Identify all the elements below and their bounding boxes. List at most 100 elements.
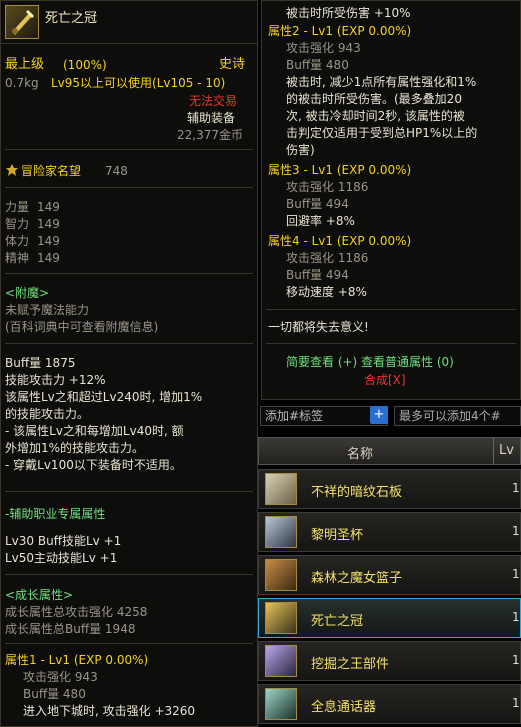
item-trade-status: 无法交易 (189, 94, 238, 108)
desc-line: 的技能攻击力。 (5, 407, 90, 421)
growth-line: 成长属性总Buff量 1948 (5, 622, 136, 636)
tag-limit-hint: 最多可以添加4个# (394, 406, 521, 426)
divider (5, 491, 253, 492)
add-tag-button[interactable]: + (370, 406, 388, 424)
column-name[interactable]: 名称 (347, 443, 373, 462)
stat-value: 149 (37, 217, 60, 231)
list-header: 名称 Lv (258, 437, 521, 465)
item-price: 22,377金币 (177, 128, 243, 142)
fame-label: 冒险家名望 (21, 164, 82, 178)
enchant-title: <附魔> (5, 286, 50, 300)
list-item[interactable]: 挖掘之王部件 1 (258, 641, 521, 681)
divider (5, 343, 253, 344)
stone-tablet-icon (265, 473, 297, 505)
enchant-none: 未赋予魔法能力 (5, 303, 90, 317)
skill-attack-bonus: 技能攻击力 +12% (5, 373, 106, 387)
desc-line: - 该属性Lv之和每增加Lv40时, 额 (5, 424, 184, 438)
item-tooltip-continued: 被击时所受伤害 +10% 属性2 - Lv1 (EXP 0.00%) 攻击强化 … (261, 0, 521, 400)
attr4-line: 移动速度 +8% (286, 285, 367, 299)
list-item-lv: 1 (512, 653, 520, 667)
excavator-part-icon (265, 645, 297, 677)
fame-icon (5, 163, 19, 177)
list-item-selected[interactable]: 死亡之冠 1 (258, 598, 521, 638)
tag-bar: 添加#标签 + 最多可以添加4个# (258, 404, 521, 430)
attr4-line: 攻击强化 1186 (286, 251, 369, 265)
item-grade: 最上级 (5, 57, 45, 72)
list-item[interactable]: 森林之魔女篮子 1 (258, 555, 521, 595)
column-lv[interactable]: Lv (493, 438, 521, 464)
item-type: 辅助装备 (187, 111, 236, 125)
list-item-name: 死亡之冠 (311, 614, 364, 629)
basket-icon (265, 559, 297, 591)
damage-taken-line: 被击时所受伤害 +10% (286, 6, 411, 20)
tag-input[interactable]: 添加#标签 (260, 406, 388, 426)
fame-value: 748 (105, 164, 128, 178)
list-item[interactable]: 全息通话器 1 (258, 684, 521, 724)
attr2-desc: 击判定仅适用于受到总HP1%以上的 (286, 126, 478, 140)
attr2-desc: 被击时, 减少1点所有属性强化和1% (286, 75, 477, 89)
desc-line: 该属性Lv之和超过Lv240时, 增加1% (5, 390, 203, 404)
stat-value: 149 (37, 234, 60, 248)
item-quote: 一切都将失去意义! (268, 320, 369, 334)
attr3-title: 属性3 - Lv1 (EXP 0.00%) (268, 163, 412, 177)
attr2-title: 属性2 - Lv1 (EXP 0.00%) (268, 24, 412, 38)
enchant-hint: (百科词典中可查看附魔信息) (5, 320, 159, 334)
list-item-name: 全息通话器 (311, 700, 377, 715)
attr1-title: 属性1 - Lv1 (EXP 0.00%) (5, 653, 149, 667)
divider (266, 309, 516, 310)
divider (5, 273, 253, 274)
attr2-desc: 的被击时所受伤害。(最多叠加20 (286, 92, 462, 106)
stat-label: 体力 (5, 234, 30, 248)
attr1-line: Buff量 480 (23, 687, 86, 701)
growth-line: 成长属性总攻击强化 4258 (5, 605, 148, 619)
stat-value: 149 (37, 251, 60, 265)
divider (5, 643, 253, 644)
item-level-req: Lv95以上可以使用(Lv105 - 10) (51, 76, 226, 90)
job-attr-line: Lv30 Buff技能Lv +1 (5, 534, 122, 548)
stat-label: 精神 (5, 251, 30, 265)
list-item[interactable]: 不祥的暗纹石板 1 (258, 469, 521, 509)
divider (5, 149, 253, 150)
list-item-name: 挖掘之王部件 (311, 657, 390, 672)
list-item-lv: 1 (512, 524, 520, 538)
attr3-line: 回避率 +8% (286, 214, 355, 228)
divider (266, 343, 516, 344)
job-attr-title: -辅助职业专属属性 (5, 507, 106, 521)
item-rarity: 史诗 (219, 57, 246, 72)
list-item-name: 黎明圣杯 (311, 528, 364, 543)
attr2-desc: 伤害) (286, 143, 315, 157)
attr1-line: 进入地下城时, 攻击强化 +3260 (23, 704, 196, 718)
item-weight: 0.7kg (5, 76, 39, 90)
combine-link[interactable]: 合成[X] (364, 372, 406, 388)
item-grade-pct: (100%) (63, 58, 107, 72)
growth-title: <成长属性> (5, 588, 74, 602)
item-list-panel: 添加#标签 + 最多可以添加4个# 名称 Lv 不祥的暗纹石板 1 黎明圣杯 1… (258, 404, 521, 727)
list-item-lv: 1 (512, 481, 520, 495)
buff-amount: Buff量 1875 (5, 356, 76, 370)
attr4-line: Buff量 494 (286, 268, 349, 282)
crown-icon (265, 602, 297, 634)
attr4-title: 属性4 - Lv1 (EXP 0.00%) (268, 234, 412, 248)
item-tooltip-panel: 死亡之冠 最上级 (100%) 史诗 0.7kg Lv95以上可以使用(Lv10… (0, 0, 258, 727)
attr1-line: 攻击强化 943 (23, 670, 98, 684)
desc-line: - 穿戴Lv100以下装备时不适用。 (5, 458, 182, 472)
hologram-phone-icon (265, 688, 297, 720)
attr3-line: 攻击强化 1186 (286, 180, 369, 194)
list-item[interactable]: 黎明圣杯 1 (258, 512, 521, 552)
list-item-lv: 1 (512, 696, 520, 710)
divider (5, 187, 253, 188)
item-header: 死亡之冠 (1, 1, 257, 44)
summary-view-link[interactable]: 简要查看 (+) 查看普通属性 (0) (286, 354, 454, 370)
list-item-name: 不祥的暗纹石板 (311, 485, 403, 500)
attr2-desc: 次, 被击冷却时间2秒, 该属性的被 (286, 109, 465, 123)
job-attr-line: Lv50主动技能Lv +1 (5, 551, 118, 565)
list-item-name: 森林之魔女篮子 (311, 571, 403, 586)
desc-line: 外增加1%的技能攻击力。 (5, 441, 145, 455)
list-item-lv: 1 (512, 610, 520, 624)
list-item-lv: 1 (512, 567, 520, 581)
divider (5, 574, 253, 575)
stat-value: 149 (37, 200, 60, 214)
attr2-line: Buff量 480 (286, 58, 349, 72)
chalice-icon (265, 516, 297, 548)
crown-icon (5, 5, 39, 39)
